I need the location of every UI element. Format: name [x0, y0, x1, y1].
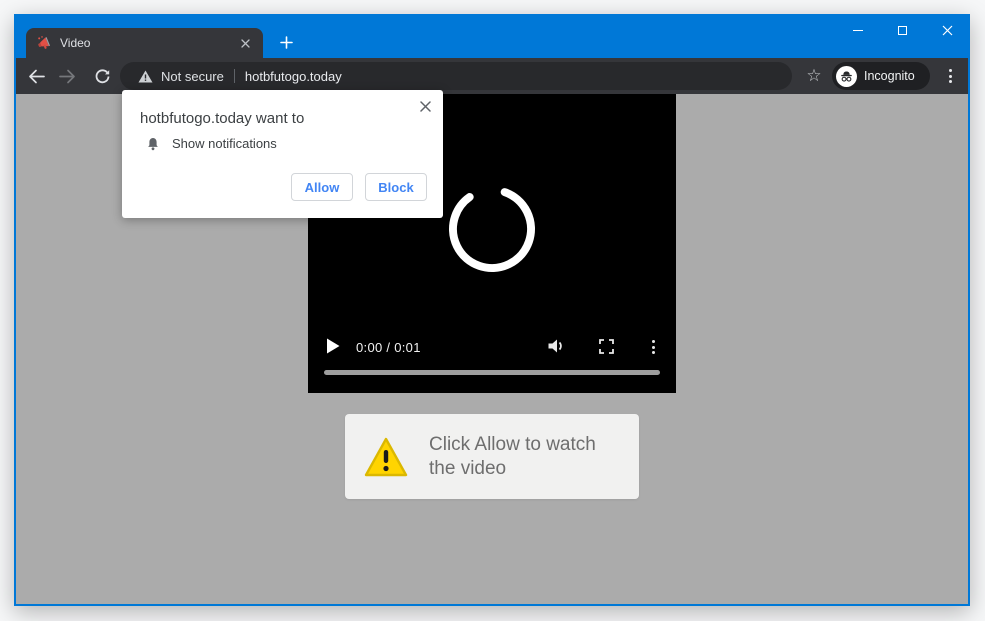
tab-strip: Video [14, 14, 970, 58]
forward-button[interactable] [57, 66, 77, 86]
toolbar: Not secure hotbfutogo.today ☆ Incognito [16, 58, 968, 94]
tab-close-icon[interactable] [237, 35, 253, 51]
new-tab-button[interactable] [272, 30, 300, 54]
bell-icon [146, 137, 160, 151]
maximize-icon [898, 26, 907, 35]
security-chip[interactable]: Not secure [161, 69, 224, 84]
back-arrow-icon [28, 69, 45, 84]
window-controls [835, 14, 970, 46]
dialog-close-button[interactable] [415, 96, 435, 116]
incognito-badge: Incognito [832, 62, 930, 90]
close-window-button[interactable] [925, 14, 970, 46]
not-secure-warning-icon [138, 70, 153, 83]
address-bar[interactable]: Not secure hotbfutogo.today [120, 62, 792, 90]
fullscreen-icon[interactable] [599, 339, 614, 354]
browser-menu-button[interactable] [941, 66, 959, 86]
loading-spinner-icon [447, 184, 537, 274]
incognito-icon [836, 66, 857, 87]
permission-request-row: Show notifications [146, 136, 277, 151]
video-menu-icon[interactable] [646, 338, 660, 356]
dialog-close-icon [420, 101, 431, 112]
url-text[interactable]: hotbfutogo.today [245, 69, 342, 84]
forward-arrow-icon [59, 69, 76, 84]
maximize-button[interactable] [880, 14, 925, 46]
dialog-buttons: Allow Block [291, 173, 427, 201]
incognito-label: Incognito [864, 69, 915, 83]
minimize-button[interactable] [835, 14, 880, 46]
reload-button[interactable] [92, 66, 112, 86]
play-button-icon[interactable] [326, 338, 340, 354]
video-time: 0:00 / 0:01 [356, 340, 421, 355]
permission-request-text: Show notifications [172, 136, 277, 151]
video-progress-bar[interactable] [324, 370, 660, 375]
click-allow-overlay: Click Allow to watch the video [345, 414, 639, 499]
reload-icon [94, 68, 111, 85]
close-icon [942, 25, 953, 36]
omnibox-divider [234, 69, 235, 83]
allow-button[interactable]: Allow [291, 173, 353, 201]
tab-video[interactable]: Video [26, 28, 263, 58]
video-controls: 0:00 / 0:01 [308, 336, 676, 360]
minimize-icon [853, 30, 863, 31]
block-button[interactable]: Block [365, 173, 427, 201]
warning-triangle-icon [363, 436, 409, 478]
tab-title: Video [60, 36, 237, 50]
browser-window: Video [14, 14, 970, 606]
volume-icon[interactable] [547, 338, 565, 354]
overlay-message: Click Allow to watch the video [429, 433, 621, 481]
back-button[interactable] [26, 66, 46, 86]
notification-permission-dialog: hotbfutogo.today want to Show notificati… [122, 90, 443, 218]
site-favicon-megaphone-icon [36, 35, 52, 51]
bookmark-star-icon[interactable]: ☆ [802, 63, 826, 89]
dialog-title: hotbfutogo.today want to [140, 110, 304, 127]
